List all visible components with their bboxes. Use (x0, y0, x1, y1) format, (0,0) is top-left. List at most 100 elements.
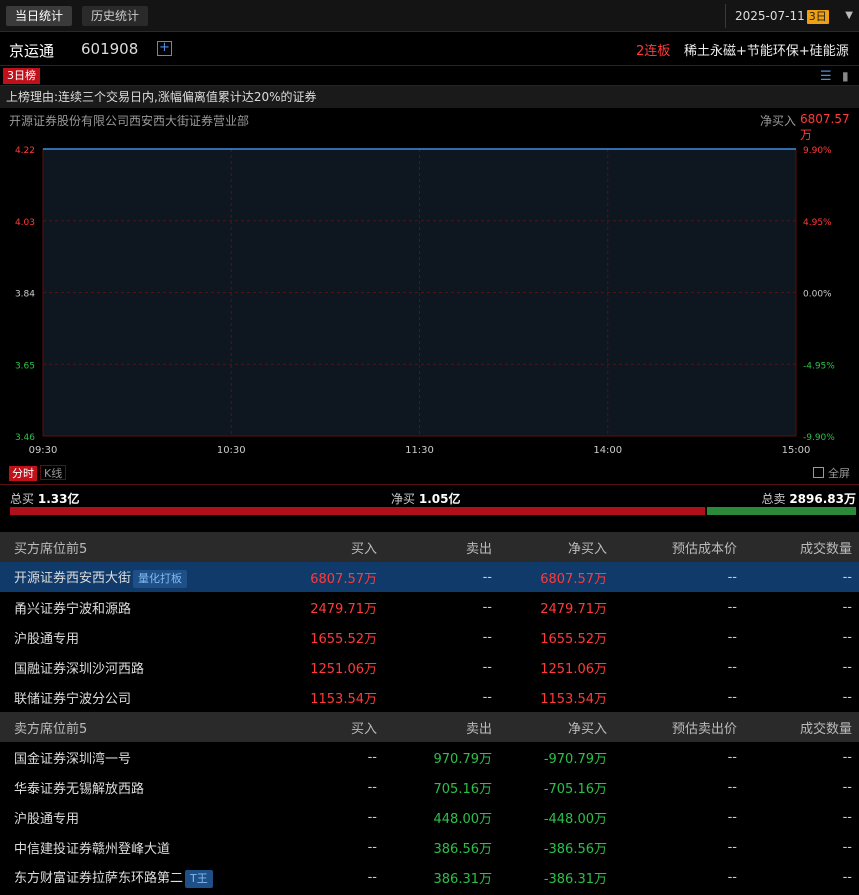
table-row[interactable]: 甬兴证券宁波和源路 2479.71万 -- 2479.71万 -- -- (0, 592, 859, 622)
price-cell: -- (727, 809, 737, 825)
table-header: 买方席位前5 买入 卖出 净买入 预估成本价 成交数量 (0, 532, 859, 562)
list-icon[interactable]: ☰ (820, 69, 832, 84)
column-header[interactable]: 预估成本价 (614, 532, 744, 562)
seat-name: 国金证券深圳湾一号 (14, 751, 132, 767)
seat-name: 甬兴证券宁波和源路 (14, 601, 132, 617)
total-net-label: 净买 (391, 492, 416, 506)
table-row[interactable]: 国金证券深圳湾一号 -- 970.79万 -970.79万 -- -- (0, 742, 859, 772)
column-header[interactable]: 净买入 (499, 712, 614, 742)
quantity-cell: -- (842, 839, 852, 855)
seat-name-cell: 东方财富证券拉萨东环路第二 T王 (0, 862, 300, 892)
table-row[interactable]: 开源证券西安西大街 量化打板 6807.57万 -- 6807.57万 -- -- (0, 562, 859, 592)
column-header[interactable]: 卖出 (384, 532, 499, 562)
column-header[interactable]: 净买入 (499, 532, 614, 562)
seat-name-cell: 沪股通专用 (0, 802, 300, 832)
table-row[interactable]: 联储证券宁波分公司 1153.54万 -- 1153.54万 -- -- (0, 682, 859, 712)
stock-code: 601908 (81, 40, 139, 58)
column-header[interactable]: 买入 (300, 532, 384, 562)
table-row[interactable]: 东方财富证券拉萨东环路第二 T王 -- 386.31万 -386.31万 -- -- (0, 862, 859, 892)
column-header[interactable]: 成交数量 (744, 712, 859, 742)
seat-name-cell: 中信建投证券赣州登峰大道 (0, 832, 300, 862)
column-header[interactable]: 买方席位前5 (0, 532, 300, 562)
seat-name-cell: 国融证券深圳沙河西路 (0, 652, 300, 682)
total-net-value: 1.05亿 (418, 492, 461, 506)
seat-name-cell: 联储证券宁波分公司 (0, 682, 300, 712)
seat-name: 东方财富证券拉萨东环路第二 (14, 870, 184, 886)
seat-name: 中信建投证券赣州登峰大道 (14, 841, 171, 857)
price-cell: -- (614, 562, 744, 592)
sell-cell: -- (384, 562, 499, 592)
tab-kline[interactable]: K线 (40, 465, 67, 480)
sell-ratio-fill (707, 507, 856, 515)
table-row[interactable]: 华泰证券无锡解放西路 -- 705.16万 -705.16万 -- -- (0, 772, 859, 802)
add-watchlist-icon[interactable]: + (157, 41, 172, 56)
y-tick-label: 4.03 (15, 218, 35, 228)
quantity-cell: -- (842, 689, 852, 705)
quantity-cell: -- (842, 749, 852, 765)
price-cell: -- (727, 599, 737, 615)
pct-tick-label: -9.90% (803, 433, 835, 443)
table-row[interactable]: 沪股通专用 1655.52万 -- 1655.52万 -- -- (0, 622, 859, 652)
x-tick-label: 15:00 (782, 445, 811, 456)
buy-cell: -- (367, 809, 377, 825)
seat-name: 国融证券深圳沙河西路 (14, 661, 145, 677)
y-tick-label: 3.84 (15, 290, 35, 300)
quantity-cell: -- (842, 869, 852, 885)
y-tick-label: 3.46 (15, 433, 35, 443)
date-value: 2025-07-11 (735, 9, 805, 23)
sell-cell: 705.16万 (433, 781, 493, 797)
streak-badge: 2连板 (636, 44, 671, 59)
pct-tick-label: 9.90% (803, 146, 832, 156)
tab-today-stats[interactable]: 当日统计 (6, 6, 73, 26)
bar-chart-icon[interactable]: ▮ (842, 69, 849, 83)
table-row[interactable]: 沪股通专用 -- 448.00万 -448.00万 -- -- (0, 802, 859, 832)
column-header[interactable]: 成交数量 (744, 532, 859, 562)
fullscreen-label: 全屏 (828, 467, 850, 480)
chevron-down-icon: ▼ (845, 10, 853, 21)
quantity-cell: -- (842, 629, 852, 645)
tab-history-stats[interactable]: 历史统计 (82, 6, 149, 26)
net-cell: -448.00万 (543, 811, 607, 827)
total-sell-value: 2896.83万 (789, 492, 856, 506)
price-cell: -- (727, 659, 737, 675)
seat-name: 开源证券西安西大街 (14, 570, 132, 586)
buy-cell: 1655.52万 (310, 631, 377, 647)
date-picker[interactable]: 2025-07-11 3日 ▼ (725, 4, 859, 28)
y-tick-label: 3.65 (15, 361, 35, 371)
table-row[interactable]: 国融证券深圳沙河西路 1251.06万 -- 1251.06万 -- -- (0, 652, 859, 682)
fullscreen-button[interactable]: 全屏 (813, 465, 850, 481)
price-cell: -- (727, 869, 737, 885)
y-tick-label: 4.22 (15, 146, 35, 156)
net-cell: -705.16万 (543, 781, 607, 797)
seat-name-cell: 沪股通专用 (0, 622, 300, 652)
tab-3day-rank[interactable]: 3日榜 (3, 68, 40, 84)
fullscreen-icon (813, 467, 824, 478)
table-header: 卖方席位前5 买入 卖出 净买入 预估卖出价 成交数量 (0, 712, 859, 742)
net-cell: 1251.06万 (540, 661, 607, 677)
intraday-chart[interactable]: 4.22 9.90% 4.03 4.95% 3.84 0.00% 3.65 -4.95% 3.4… (0, 138, 859, 463)
table-row[interactable]: 中信建投证券赣州登峰大道 -- 386.56万 -386.56万 -- -- (0, 832, 859, 862)
stock-header: 京运通 601908 + 2连板 稀土永磁+节能环保+硅能源 (0, 32, 859, 66)
net-cell: -970.79万 (543, 751, 607, 767)
seat-name: 沪股通专用 (14, 811, 80, 827)
tab-timeshare[interactable]: 分时 (9, 466, 37, 481)
total-buy-value: 1.33亿 (37, 492, 80, 506)
x-tick-label: 10:30 (217, 445, 246, 456)
column-header[interactable]: 卖出 (384, 712, 499, 742)
column-header[interactable]: 卖方席位前5 (0, 712, 300, 742)
sell-cell: 386.31万 (433, 871, 493, 887)
seat-name: 开源证券股份有限公司西安西大街证券营业部 (9, 114, 250, 128)
sell-cell: 386.56万 (433, 841, 493, 857)
net-cell: -386.56万 (543, 841, 607, 857)
buy-cell: 1251.06万 (310, 661, 377, 677)
buy-cell: -- (367, 779, 377, 795)
buy-seats-table: 买方席位前5 买入 卖出 净买入 预估成本价 成交数量 开源证券西安西大街 量化打板 6807.… (0, 532, 859, 712)
quantity-cell: -- (842, 779, 852, 795)
concept-tags[interactable]: 稀土永磁+节能环保+硅能源 (684, 40, 859, 59)
column-header[interactable]: 预估卖出价 (614, 712, 744, 742)
sell-cell: 970.79万 (433, 751, 493, 767)
quantity-cell: -- (842, 809, 852, 825)
total-buy-label: 总买 (10, 492, 35, 506)
column-header[interactable]: 买入 (300, 712, 384, 742)
total-sell: 总卖 2896.83万 (761, 490, 856, 507)
